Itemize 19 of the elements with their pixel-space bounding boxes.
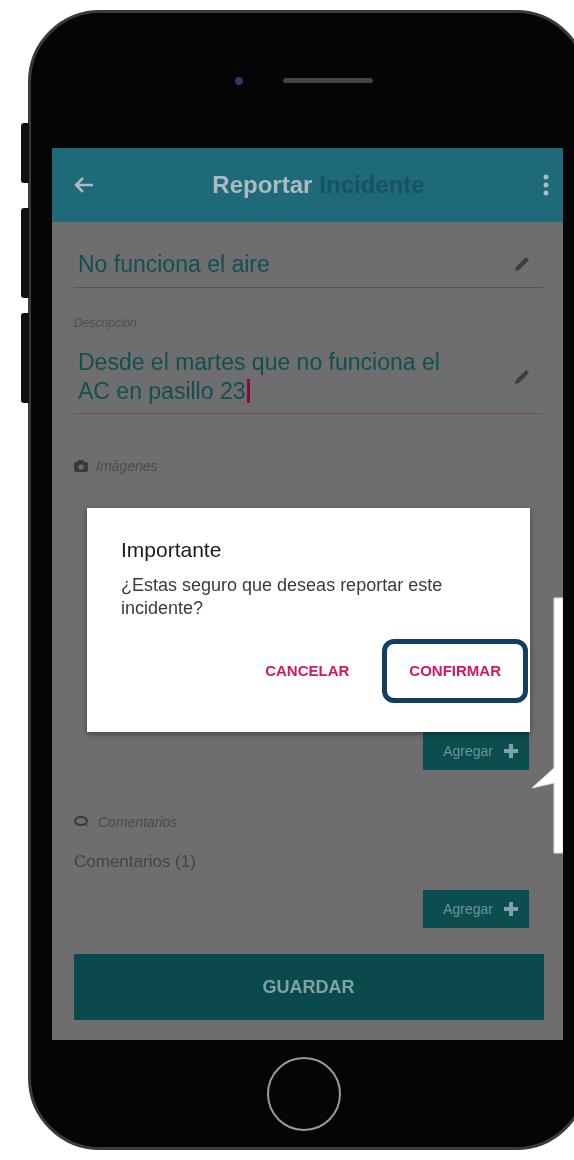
front-camera (234, 76, 243, 85)
home-button[interactable] (266, 1056, 341, 1131)
plus-icon (503, 901, 519, 918)
camera-icon (74, 460, 88, 473)
back-arrow-icon[interactable] (74, 176, 94, 194)
add-button[interactable]: Agregar (423, 890, 529, 929)
text-field[interactable]: Desde el martes que no funciona el AC en pasillo 23 (74, 347, 543, 415)
dialog-title: Importante (121, 538, 223, 562)
more-menu-icon[interactable] (543, 174, 549, 196)
dialog-message: ¿Estas seguro que deseas reportar este incidente? (121, 574, 444, 621)
save-button[interactable]: GUARDAR (73, 954, 544, 1021)
pencil-icon[interactable] (513, 255, 531, 274)
plus-icon (503, 743, 519, 760)
app-bar-title: Reportar (212, 171, 313, 199)
dialog-button[interactable]: CONFIRMAR (382, 638, 528, 703)
chat-icon (74, 816, 90, 829)
text-field[interactable]: No funciona el aire (74, 250, 543, 288)
add-button[interactable]: Agregar (423, 732, 529, 771)
pencil-icon[interactable] (513, 367, 531, 386)
